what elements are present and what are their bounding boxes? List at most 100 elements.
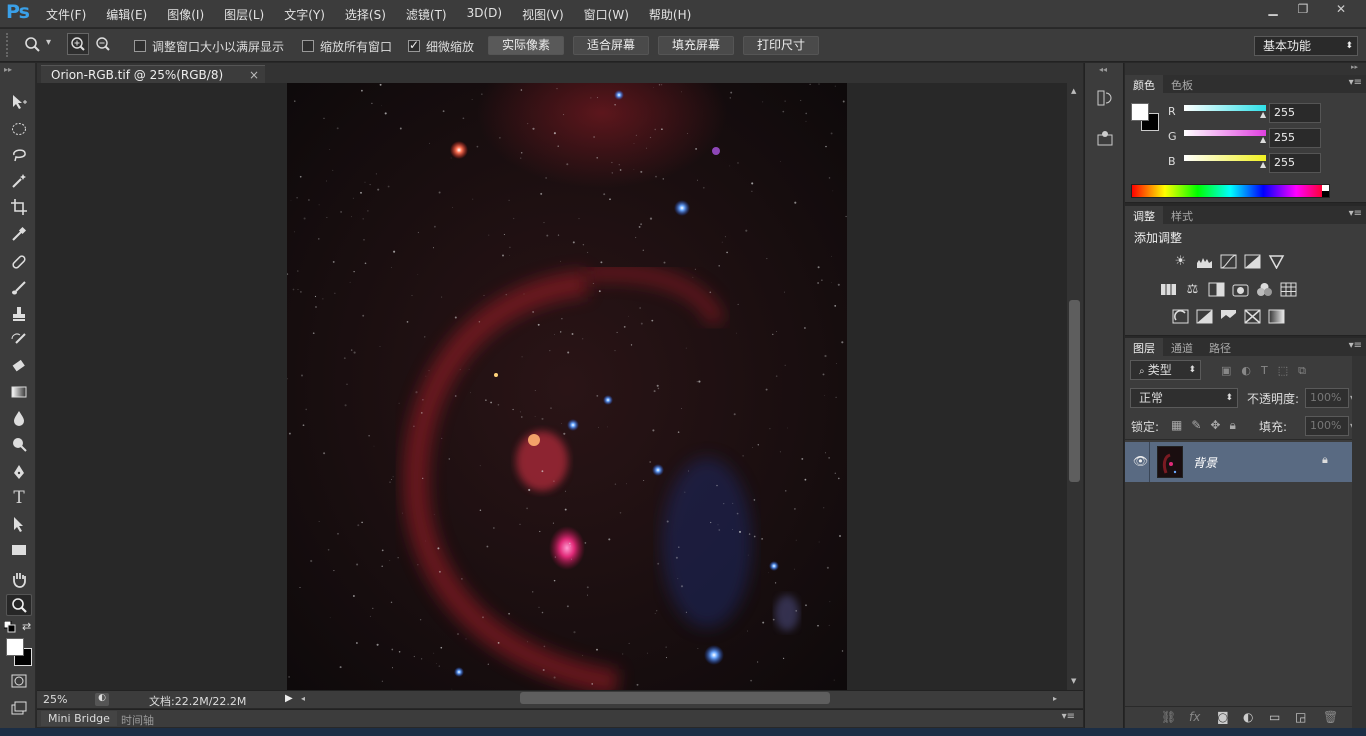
menu-layer[interactable]: 图层(L) xyxy=(214,6,274,23)
scroll-left-icon[interactable]: ◂ xyxy=(301,694,305,703)
quick-mask-icon[interactable] xyxy=(6,670,32,692)
blend-mode-select[interactable]: 正常 ⬍ xyxy=(1130,388,1238,408)
pen-tool-icon[interactable] xyxy=(6,461,32,483)
lock-all-icon[interactable]: 🔒︎ xyxy=(1229,418,1235,433)
curves-icon[interactable] xyxy=(1220,254,1237,269)
eraser-tool-icon[interactable] xyxy=(6,355,32,377)
new-group-icon[interactable]: ▭ xyxy=(1269,710,1280,724)
color-lookup-icon[interactable] xyxy=(1280,282,1297,297)
menu-3d[interactable]: 3D(D) xyxy=(457,6,512,23)
magic-wand-tool-icon[interactable] xyxy=(6,170,32,192)
minimize-button[interactable]: ▁ xyxy=(1258,0,1288,18)
bottom-panel-menu-icon[interactable]: ▾≡ xyxy=(1062,711,1075,722)
fill-input[interactable]: 100% xyxy=(1305,416,1349,436)
dodge-tool-icon[interactable] xyxy=(6,433,32,455)
lock-image-icon[interactable]: ✎ xyxy=(1191,418,1201,433)
collapse-panels-icon[interactable]: ▸▸ xyxy=(1351,63,1358,71)
fx-icon[interactable]: fx xyxy=(1189,710,1200,724)
zoom-tool-preset-icon[interactable] xyxy=(22,35,44,55)
color-swatch-pair[interactable] xyxy=(1131,103,1165,133)
menu-image[interactable]: 图像(I) xyxy=(157,6,214,23)
menu-view[interactable]: 视图(V) xyxy=(512,6,574,23)
brush-tool-icon[interactable] xyxy=(6,277,32,299)
channel-g-value[interactable]: 255 xyxy=(1269,128,1321,148)
scroll-up-icon[interactable]: ▲ xyxy=(1071,87,1076,95)
tab-layers[interactable]: 图层 xyxy=(1125,338,1163,356)
layers-scrollbar[interactable] xyxy=(1352,356,1366,728)
hand-tool-icon[interactable] xyxy=(6,568,32,590)
vibrance-icon[interactable] xyxy=(1268,254,1285,270)
exposure-icon[interactable] xyxy=(1244,254,1261,269)
brightness-contrast-icon[interactable]: ☀ xyxy=(1172,254,1189,269)
invert-icon[interactable] xyxy=(1172,309,1189,324)
menu-filter[interactable]: 滤镜(T) xyxy=(396,6,457,23)
status-info-icon[interactable]: ◐ xyxy=(95,693,109,706)
tab-channels[interactable]: 通道 xyxy=(1163,338,1201,356)
move-tool-icon[interactable] xyxy=(6,91,32,113)
collapse-tools-icon[interactable]: ▸▸ xyxy=(4,65,12,74)
panel-foreground-swatch[interactable] xyxy=(1131,103,1149,121)
fill-screen-button[interactable]: 填充屏幕 xyxy=(658,36,734,55)
resize-windows-checkbox[interactable] xyxy=(134,40,146,52)
crop-tool-icon[interactable] xyxy=(6,196,32,218)
zoom-in-icon[interactable] xyxy=(67,33,89,55)
document-image[interactable] xyxy=(287,83,847,690)
scrubby-zoom-option[interactable]: 细微缩放 xyxy=(408,36,474,56)
expand-dock-icon[interactable]: ◂◂ xyxy=(1099,65,1107,74)
history-panel-icon[interactable] xyxy=(1095,87,1115,109)
tab-paths[interactable]: 路径 xyxy=(1201,338,1239,356)
menu-file[interactable]: 文件(F) xyxy=(36,6,96,23)
new-adjustment-layer-icon[interactable]: ◐ xyxy=(1243,710,1253,724)
zoom-out-icon[interactable] xyxy=(93,34,113,54)
eye-icon[interactable]: 👁︎ xyxy=(1133,454,1148,468)
pixel-filter-icon[interactable]: ▣ xyxy=(1221,364,1231,378)
channel-r-slider[interactable] xyxy=(1184,105,1266,111)
add-mask-icon[interactable]: ◙ xyxy=(1217,710,1229,724)
layers-panel-menu-icon[interactable]: ▾≡ xyxy=(1349,340,1362,351)
lasso-tool-icon[interactable] xyxy=(6,144,32,166)
shape-filter-icon[interactable]: ⬚ xyxy=(1278,364,1288,378)
resize-windows-option[interactable]: 调整窗口大小以满屏显示 xyxy=(134,36,284,56)
mini-bridge-tab[interactable]: Mini Bridge xyxy=(41,711,117,726)
color-balance-icon[interactable]: ⚖ xyxy=(1184,282,1201,297)
adjustments-panel-menu-icon[interactable]: ▾≡ xyxy=(1349,208,1362,219)
document-tab[interactable]: Orion-RGB.tif @ 25%(RGB/8) × xyxy=(41,65,265,83)
threshold-icon[interactable] xyxy=(1220,309,1237,324)
color-panel-menu-icon[interactable]: ▾≡ xyxy=(1349,77,1362,88)
history-brush-tool-icon[interactable] xyxy=(6,329,32,351)
menu-select[interactable]: 选择(S) xyxy=(335,6,396,23)
smart-object-filter-icon[interactable]: ⧉ xyxy=(1298,364,1306,378)
tab-styles[interactable]: 样式 xyxy=(1163,206,1201,224)
channel-r-handle[interactable]: ▲ xyxy=(1260,110,1266,119)
menu-help[interactable]: 帮助(H) xyxy=(639,6,701,23)
zoom-tool-icon[interactable] xyxy=(6,594,32,616)
swap-colors-icon[interactable]: ⇄ xyxy=(22,620,31,633)
channel-r-value[interactable]: 255 xyxy=(1269,103,1321,123)
tab-swatches[interactable]: 色板 xyxy=(1163,75,1201,93)
new-layer-icon[interactable]: ◲ xyxy=(1295,710,1306,724)
lock-position-icon[interactable]: ✥ xyxy=(1210,418,1220,433)
channel-b-slider[interactable] xyxy=(1184,155,1266,161)
scroll-right-icon[interactable]: ▸ xyxy=(1053,694,1057,703)
channel-b-handle[interactable]: ▲ xyxy=(1260,160,1266,169)
black-white-icon[interactable] xyxy=(1208,282,1225,297)
photo-filter-icon[interactable] xyxy=(1232,282,1249,297)
clone-stamp-tool-icon[interactable] xyxy=(6,303,32,325)
link-layers-icon[interactable]: ⛓ xyxy=(1161,710,1176,724)
actual-pixels-button[interactable]: 实际像素 xyxy=(488,36,564,55)
channel-g-slider[interactable] xyxy=(1184,130,1266,136)
selective-color-icon[interactable] xyxy=(1244,309,1261,324)
type-tool-icon[interactable]: T xyxy=(6,487,32,509)
fit-screen-button[interactable]: 适合屏幕 xyxy=(573,36,649,55)
foreground-color-swatch[interactable] xyxy=(6,638,24,656)
lock-transparent-icon[interactable]: ▦ xyxy=(1171,418,1182,433)
spectrum-black-swatch[interactable] xyxy=(1322,191,1329,197)
rectangle-tool-icon[interactable] xyxy=(6,539,32,561)
vertical-scroll-thumb[interactable] xyxy=(1069,300,1080,482)
delete-layer-icon[interactable]: 🗑︎ xyxy=(1323,710,1338,724)
menu-type[interactable]: 文字(Y) xyxy=(274,6,335,23)
zoom-all-option[interactable]: 缩放所有窗口 xyxy=(302,36,392,56)
channel-b-value[interactable]: 255 xyxy=(1269,153,1321,173)
close-button[interactable]: ✕ xyxy=(1318,0,1364,18)
tab-adjustments[interactable]: 调整 xyxy=(1125,206,1163,224)
